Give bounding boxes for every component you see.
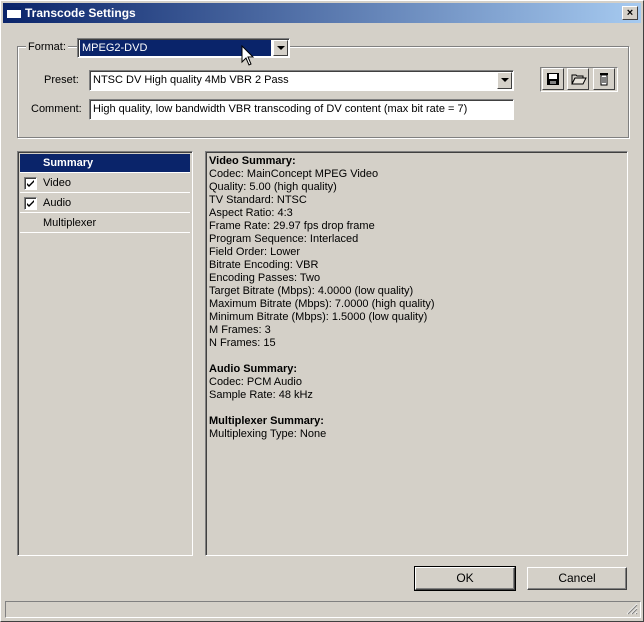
summary-line: Codec: PCM Audio (209, 376, 302, 388)
format-group (17, 46, 629, 138)
summary-line: Maximum Bitrate (Mbps): 7.0000 (high qua… (209, 298, 435, 310)
delete-icon (600, 73, 608, 86)
summary-line: Minimum Bitrate (Mbps): 1.5000 (low qual… (209, 311, 428, 323)
nav-item-summary[interactable]: Summary (20, 154, 190, 173)
summary-line: Encoding Passes: Two (209, 272, 321, 284)
save-icon (547, 73, 559, 85)
status-bar (5, 601, 641, 618)
audio-checkbox[interactable] (24, 197, 37, 210)
summary-line: Frame Rate: 29.97 fps drop frame (209, 220, 375, 232)
nav-item-label: Video (43, 177, 71, 189)
summary-line: TV Standard: NTSC (209, 194, 307, 206)
comment-input[interactable]: High quality, low bandwidth VBR transcod… (89, 99, 514, 120)
mux-summary-heading: Multiplexer Summary: (209, 415, 324, 427)
summary-line: Aspect Ratio: 4:3 (209, 207, 293, 219)
checkmark-icon (27, 180, 34, 187)
format-label: Format: (26, 41, 68, 53)
comment-label: Comment: (31, 103, 82, 115)
summary-panel: Video Summary: Codec: MainConcept MPEG V… (205, 151, 628, 556)
video-summary-heading: Video Summary: (209, 155, 296, 167)
nav-item-video[interactable]: Video (20, 174, 190, 193)
summary-line: Bitrate Encoding: VBR (209, 259, 319, 271)
cancel-button[interactable]: Cancel (527, 567, 627, 590)
title-bar[interactable]: Transcode Settings × (3, 3, 641, 23)
summary-line: N Frames: 15 (209, 337, 276, 349)
summary-text: Video Summary: Codec: MainConcept MPEG V… (209, 155, 435, 441)
audio-summary-heading: Audio Summary: (209, 363, 298, 375)
nav-item-label: Multiplexer (43, 217, 97, 229)
format-dropdown[interactable]: MPEG2-DVD (77, 38, 290, 58)
nav-item-label: Summary (43, 157, 94, 169)
nav-item-multiplexer[interactable]: Multiplexer (20, 214, 190, 233)
summary-line: M Frames: 3 (209, 324, 271, 336)
summary-line: Quality: 5.00 (high quality) (209, 181, 337, 193)
close-button[interactable]: × (622, 6, 638, 20)
summary-line: Sample Rate: 48 kHz (209, 389, 313, 401)
chevron-down-icon[interactable] (497, 72, 512, 89)
summary-line: Codec: MainConcept MPEG Video (209, 168, 379, 180)
preset-dropdown[interactable]: NTSC DV High quality 4Mb VBR 2 Pass (89, 70, 514, 91)
resize-grip-icon[interactable] (626, 603, 638, 615)
preset-value: NTSC DV High quality 4Mb VBR 2 Pass (93, 74, 289, 86)
comment-value: High quality, low bandwidth VBR transcod… (93, 103, 468, 115)
nav-item-label: Audio (43, 197, 72, 209)
preset-label: Preset: (44, 74, 79, 86)
summary-line: Program Sequence: Interlaced (209, 233, 359, 245)
chevron-down-icon[interactable] (273, 40, 288, 56)
delete-preset-button[interactable] (593, 68, 615, 90)
summary-line: Multiplexing Type: None (209, 428, 327, 440)
video-checkbox[interactable] (24, 177, 37, 190)
ok-button[interactable]: OK (414, 566, 516, 591)
window-icon (7, 7, 21, 18)
checkmark-icon (27, 200, 34, 207)
summary-line: Field Order: Lower (209, 246, 301, 258)
window-title: Transcode Settings (25, 6, 136, 20)
open-preset-button[interactable] (567, 68, 589, 90)
transcode-settings-dialog: Transcode Settings × Format: MPEG2-DVD P… (0, 0, 644, 622)
settings-nav: Summary Video Audio Multiplexer (17, 151, 193, 556)
summary-line: Target Bitrate (Mbps): 4.0000 (low quali… (209, 285, 414, 297)
open-folder-icon (571, 74, 587, 85)
nav-item-audio[interactable]: Audio (20, 194, 190, 213)
mouse-cursor-icon (241, 45, 255, 66)
save-preset-button[interactable] (542, 68, 564, 90)
